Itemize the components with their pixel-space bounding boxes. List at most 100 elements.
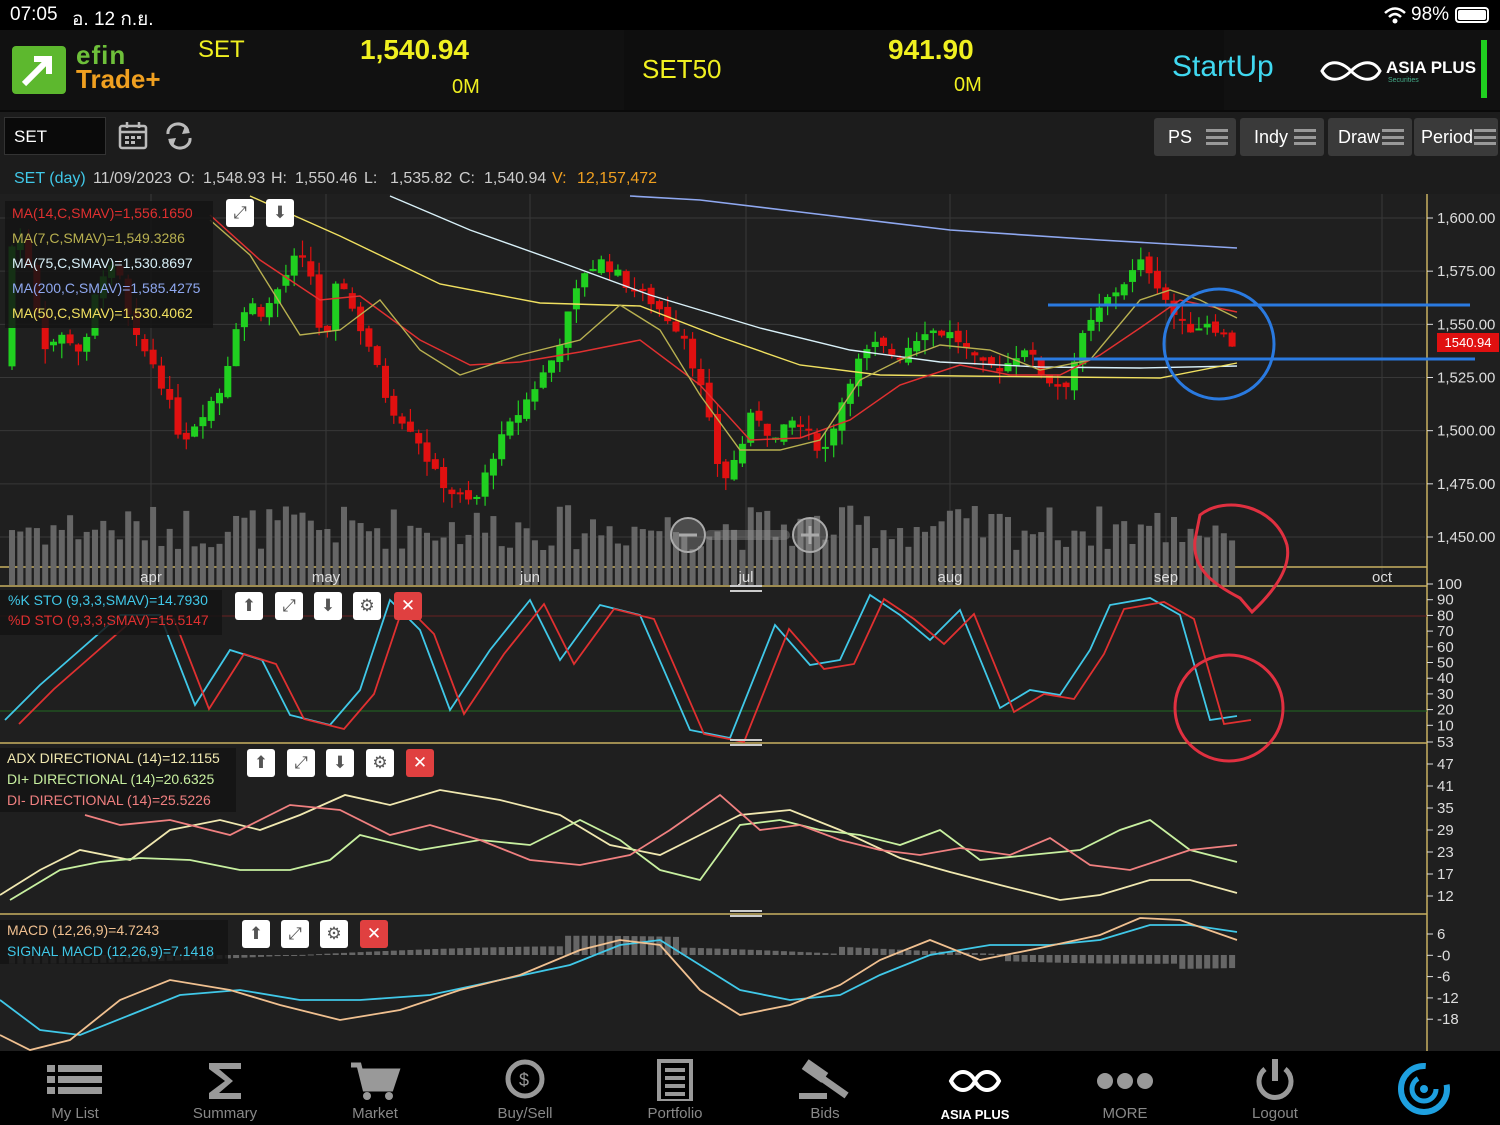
move-up-icon[interactable]: ⬆ — [247, 749, 275, 777]
nav-bids[interactable]: Bids — [750, 1051, 900, 1125]
close-icon[interactable]: ✕ — [360, 920, 388, 948]
candle-body — [373, 346, 381, 365]
volume-bar — [349, 520, 356, 585]
candle-body — [572, 288, 580, 310]
macd-histogram-bar — [980, 953, 987, 955]
settings-gear-icon[interactable]: ⚙ — [353, 592, 381, 620]
sto-legend: %K STO (9,3,3,SMAV)=14.7930 %D STO (9,3,… — [0, 590, 222, 635]
candle-body — [1021, 350, 1029, 358]
macd-histogram-bar — [648, 936, 655, 955]
candle-body — [1004, 362, 1012, 372]
macd-histogram-bar — [556, 946, 563, 955]
volume-bar — [448, 522, 455, 585]
macd-histogram-bar — [548, 946, 555, 955]
macd-histogram-bar — [697, 948, 704, 955]
macd-histogram-bar — [1187, 955, 1194, 969]
candle-body — [1228, 332, 1236, 347]
move-down-icon[interactable]: ⬇ — [326, 749, 354, 777]
macd-histogram-bar — [490, 947, 497, 955]
volume-bar — [241, 517, 248, 585]
sto-tick-label: 50 — [1437, 655, 1454, 672]
volume-bar — [1179, 542, 1186, 585]
macd-histogram-bar — [805, 952, 812, 955]
candle-body — [880, 337, 887, 346]
volume-bar — [556, 506, 563, 585]
volume-bar — [855, 524, 862, 585]
expand-icon[interactable]: ⤢ — [275, 592, 303, 620]
settings-gear-icon[interactable]: ⚙ — [320, 920, 348, 948]
close-icon[interactable]: ✕ — [394, 592, 422, 620]
bottom-nav: My List Summary Market $ Buy/Sell Portfo… — [0, 1051, 1500, 1125]
expand-icon[interactable]: ⤢ — [226, 199, 254, 227]
move-down-icon[interactable]: ⬇ — [314, 592, 342, 620]
macd-histogram-bar — [241, 955, 248, 958]
nav-my-list[interactable]: My List — [0, 1051, 150, 1125]
volume-bar — [1112, 524, 1119, 585]
candle-body — [954, 330, 962, 343]
nav-label: Buy/Sell — [497, 1105, 553, 1122]
candle-body — [797, 424, 804, 428]
nav-summary[interactable]: Summary — [150, 1051, 300, 1125]
candle-body — [348, 293, 356, 309]
macd-histogram-bar — [1063, 955, 1070, 963]
volume-bar — [357, 523, 364, 585]
volume-bar — [1046, 507, 1053, 585]
move-up-icon[interactable]: ⬆ — [242, 920, 270, 948]
nav-more[interactable]: MORE — [1050, 1051, 1200, 1125]
volume-bar — [880, 530, 887, 585]
macd-histogram-bar — [1021, 955, 1028, 962]
candle-body — [191, 426, 199, 437]
stock-chart[interactable]: 1,600.00 1,575.00 1,550.00 1,525.00 1,500.00… — [0, 0, 1500, 1051]
nav-market[interactable]: Market — [300, 1051, 450, 1125]
move-down-icon[interactable]: ⬇ — [266, 199, 294, 227]
volume-bar — [216, 543, 223, 585]
nav-logout[interactable]: Logout — [1200, 1051, 1350, 1125]
svg-text:$: $ — [519, 1070, 529, 1090]
candle-body — [979, 357, 987, 361]
candle-body — [390, 395, 398, 416]
macd-histogram-bar — [1046, 955, 1053, 963]
price-tick-label: 1,475.00 — [1437, 476, 1495, 493]
month-label: may — [312, 569, 341, 586]
close-icon[interactable]: ✕ — [406, 749, 434, 777]
candle-body — [340, 283, 348, 290]
macd-histogram-bar — [1088, 955, 1094, 964]
volume-bar — [631, 526, 638, 585]
volume-bar — [282, 506, 289, 585]
expand-icon[interactable]: ⤢ — [287, 749, 315, 777]
volume-bar — [988, 514, 995, 585]
macd-histogram-bar — [855, 947, 862, 955]
candle-body — [1137, 259, 1145, 271]
macd-histogram-bar — [233, 955, 240, 959]
volume-bar — [1013, 549, 1020, 585]
macd-histogram-bar — [1129, 955, 1136, 964]
nav-portfolio[interactable]: Portfolio — [600, 1051, 750, 1125]
volume-bar — [457, 544, 464, 585]
settings-gear-icon[interactable]: ⚙ — [366, 749, 394, 777]
volume-bar — [656, 531, 663, 585]
list-icon — [47, 1065, 102, 1094]
volume-bar — [789, 545, 796, 585]
help-swirl-icon[interactable] — [1396, 1061, 1452, 1117]
volume-bar — [1005, 517, 1011, 585]
move-up-icon[interactable]: ⬆ — [235, 592, 263, 620]
nav-asia-plus[interactable]: ASIA PLUS — [900, 1051, 1050, 1125]
expand-icon[interactable]: ⤢ — [281, 920, 309, 948]
candle-body — [74, 344, 82, 352]
candle-body — [1120, 284, 1128, 296]
macd-histogram-bar — [473, 947, 480, 955]
macd-histogram-bar — [1005, 955, 1011, 962]
macd-histogram-bar — [880, 948, 887, 955]
ma75-legend: MA(75,C,SMAV)=1,530.8697 — [12, 255, 193, 271]
nav-buy-sell[interactable]: $ Buy/Sell — [450, 1051, 600, 1125]
price-tick-label: 1,450.00 — [1437, 529, 1495, 546]
macd-histogram-bar — [349, 952, 356, 955]
macd-histogram-bar — [1171, 955, 1177, 964]
macd-histogram-bar — [1112, 955, 1119, 964]
sto-d-legend: %D STO (9,3,3,SMAV)=15.5147 — [8, 612, 209, 628]
candle-body — [788, 420, 796, 428]
macd-histogram-bar — [1195, 955, 1202, 969]
nav-label: Bids — [810, 1105, 840, 1122]
macd-histogram-bar — [282, 955, 289, 956]
candle-body — [406, 421, 414, 432]
